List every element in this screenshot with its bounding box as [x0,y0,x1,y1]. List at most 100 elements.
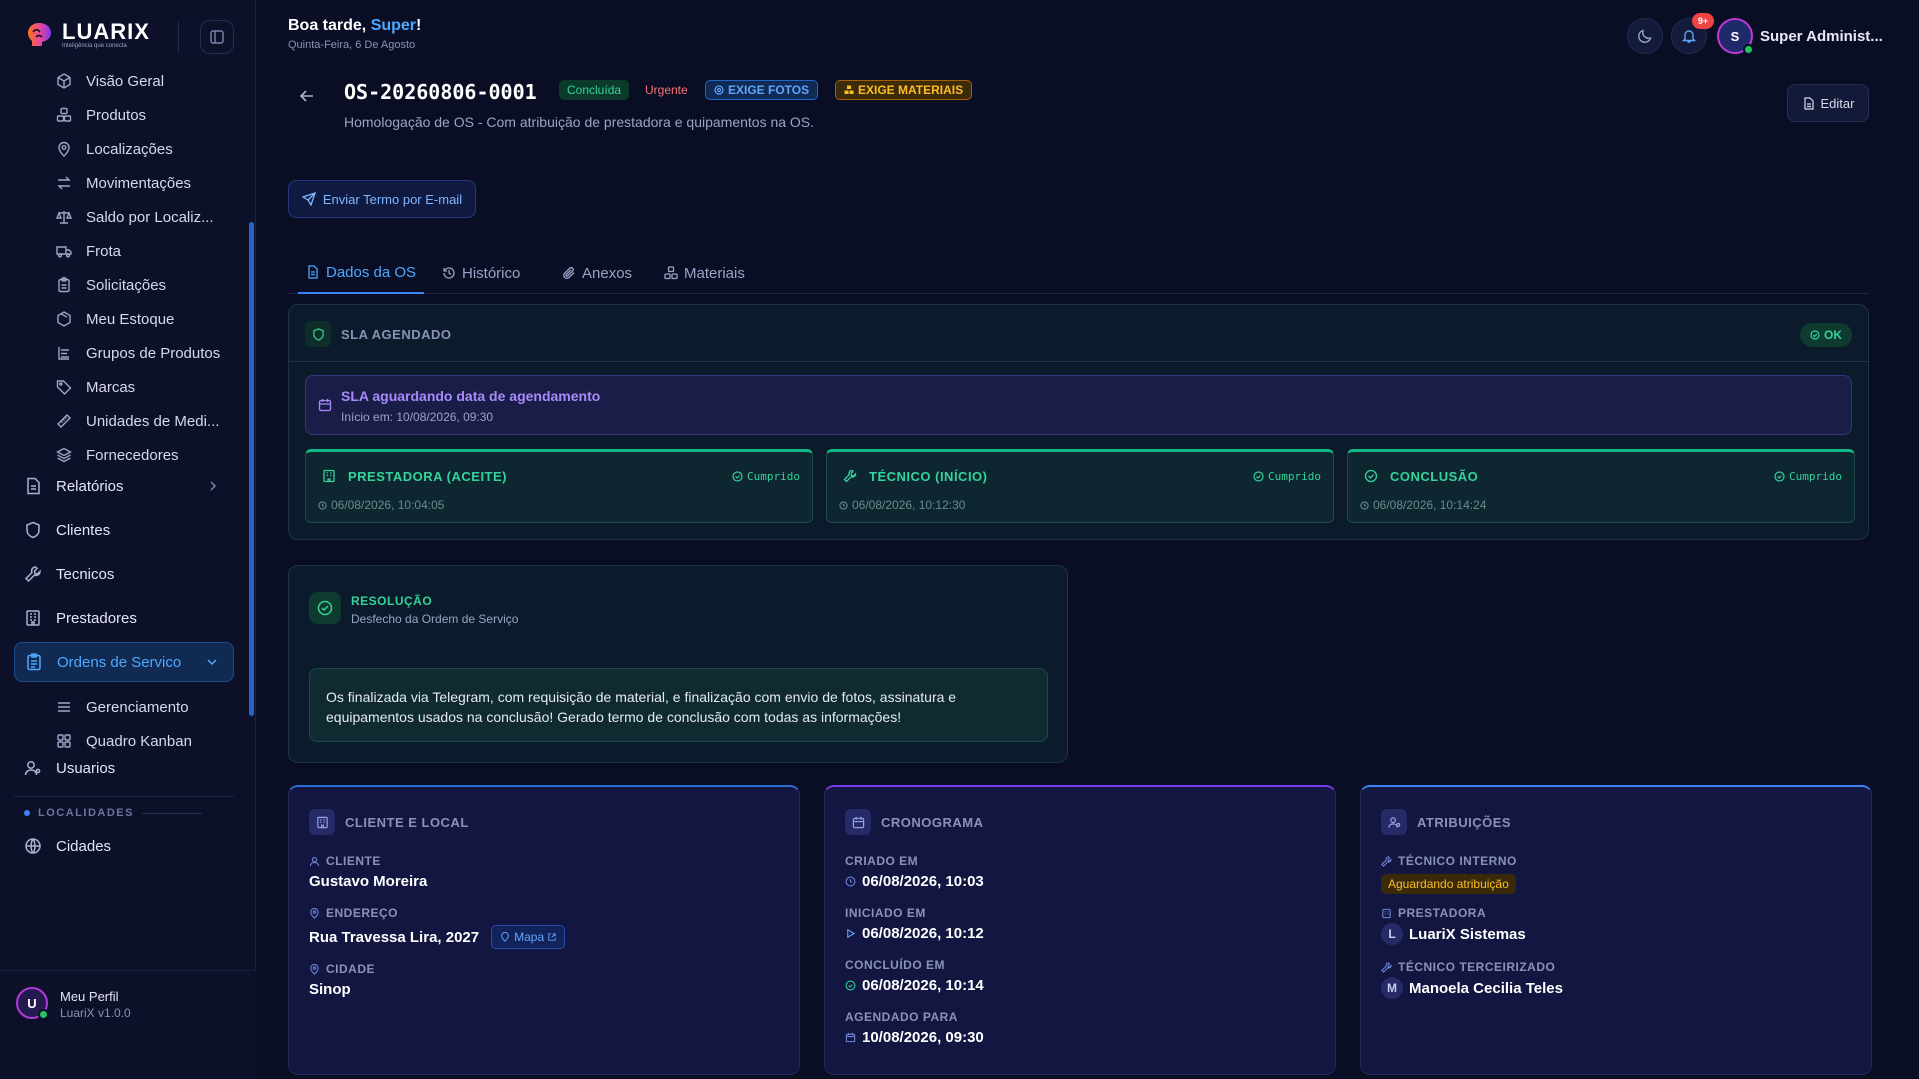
sidebar-item-marcas[interactable]: Marcas [56,372,135,402]
avatar[interactable]: U [16,987,49,1020]
app-version: LuariX v1.0.0 [60,1006,131,1020]
map-pin-icon [501,932,509,942]
check-circle-icon [1364,469,1378,483]
sla-waiting-banner: SLA aguardando data de agendamento Iníci… [305,375,1852,435]
user-menu[interactable]: Super Administ... [1760,28,1883,45]
user-avatar[interactable]: S [1717,18,1754,55]
address-label: ENDEREÇO [309,906,398,920]
address-label-text: ENDEREÇO [326,906,399,920]
stage-time-value: 06/08/2026, 10:12:30 [852,498,966,512]
tab-dados-da-os[interactable]: Dados da OS [298,252,425,294]
city-label-text: CIDADE [326,962,376,976]
concluded-label: CONCLUÍDO EM [845,958,945,972]
sidebar-item-label: Tecnicos [56,565,115,583]
map-button[interactable]: Mapa [491,925,566,949]
client-label-text: CLIENTE [326,854,381,868]
calendar-icon [318,399,332,412]
sidebar-item-unidades[interactable]: Unidades de Medi... [56,406,219,436]
user-icon [309,856,320,866]
requires-photos-badge: EXIGE FOTOS [705,80,819,100]
internal-tech-label-text: TÉCNICO INTERNO [1398,854,1517,868]
tab-historico[interactable]: Histórico [434,252,528,294]
back-button[interactable] [297,86,317,106]
sidebar-item-label: Ordens de Servico [57,653,182,671]
sidebar-item-visao-geral[interactable]: Visão Geral [56,66,164,96]
tab-anexos[interactable]: Anexos [554,252,640,294]
online-status-dot [38,1009,49,1020]
cube-icon [57,73,71,89]
tab-label: Materiais [684,264,745,282]
stage-title: PRESTADORA (ACEITE) [348,469,507,484]
user-cog-icon [1381,809,1407,835]
profile-name[interactable]: Meu Perfil [60,989,119,1004]
moon-icon [1638,29,1652,43]
sidebar-item-produtos[interactable]: Produtos [56,100,146,130]
sidebar-item-label: Solicitações [86,276,167,294]
send-email-button[interactable]: Enviar Termo por E-mail [288,180,476,218]
sidebar-item-saldo[interactable]: Saldo por Localiz... [56,202,214,232]
sidebar-item-solicitacoes[interactable]: Solicitações [56,270,166,300]
sla-stage-conclusao: CONCLUSÃO Cumprido 06/08/2026, 10:14:24 [1347,449,1855,523]
started-row: 06/08/2026, 10:12 [845,925,984,942]
sidebar-item-cidades[interactable]: Cidades [14,826,234,866]
stage-status-label: Cumprido [1268,470,1321,483]
sidebar-item-prestadores[interactable]: Prestadores [14,598,234,638]
brand-logo[interactable]: LUARIX Inteligência que conecta [22,18,150,52]
ruler-icon [57,414,71,428]
sidebar-scrollbar[interactable] [249,222,254,716]
sidebar-item-frota[interactable]: Frota [56,236,121,266]
top-header: Boa tarde, Super! Quinta-Feira, 6 De Ago… [257,0,1919,62]
sidebar-item-label: Unidades de Medi... [86,412,220,430]
os-code: OS-20260806-0001 [344,80,537,104]
building-icon [26,610,40,626]
sidebar-item-relatorios[interactable]: Relatórios [14,466,234,506]
sidebar-item-gerenciamento[interactable]: Gerenciamento [56,692,189,722]
edit-button-label: Editar [1820,95,1855,111]
sidebar-item-usuarios[interactable]: Usuarios [14,748,234,788]
sidebar-item-label: Grupos de Produtos [86,344,221,362]
stage-status: Cumprido [1774,470,1842,483]
check-circle-icon [309,592,341,624]
profile-section[interactable]: U Meu Perfil LuariX v1.0.0 [0,970,256,1079]
scale-icon [56,211,72,224]
sla-stage-tecnico: TÉCNICO (INÍCIO) Cumprido 06/08/2026, 10… [826,449,1334,523]
sidebar-item-meu-estoque[interactable]: Meu Estoque [56,304,174,334]
sidebar-collapse-button[interactable] [200,20,234,54]
theme-toggle-button[interactable] [1627,18,1663,54]
page-scrollbar[interactable] [1905,62,1907,1079]
edit-button[interactable]: Editar [1787,84,1869,122]
sidebar-item-localizacoes[interactable]: Localizações [56,134,173,164]
scheduled-value: 10/08/2026, 09:30 [862,1029,984,1046]
globe-icon [25,838,41,854]
brand-divider [178,22,179,52]
boxes-icon [844,85,854,94]
tab-materiais[interactable]: Materiais [656,252,753,294]
sidebar-item-ordens-de-servico[interactable]: Ordens de Servico [14,642,234,682]
clipboard-list-icon [27,653,41,671]
provider-name: LuariX Sistemas [1409,925,1526,943]
sidebar-item-movimentacoes[interactable]: Movimentações [56,168,191,198]
created-row: 06/08/2026, 10:03 [845,873,984,890]
notifications-button[interactable]: 9+ [1671,13,1714,54]
schedule-card: CRONOGRAMA CRIADO EM 06/08/2026, 10:03 I… [824,785,1336,1075]
sidebar-item-label: Movimentações [86,174,192,192]
online-status-dot [1743,44,1754,55]
sidebar-item-tecnicos[interactable]: Tecnicos [14,554,234,594]
sidebar-item-grupos[interactable]: Grupos de Produtos [56,338,220,368]
sidebar-item-clientes[interactable]: Clientes [14,510,234,550]
started-label: INICIADO EM [845,906,926,920]
boxes-icon [664,266,678,280]
card-title: CRONOGRAMA [881,814,984,830]
sidebar-item-label: Produtos [86,106,147,124]
scheduled-row: 10/08/2026, 09:30 [845,1029,984,1046]
resolution-subtitle: Desfecho da Ordem de Serviço [351,612,519,626]
map-pin-icon [310,907,319,919]
calendar-icon [845,1032,856,1043]
group-icon [58,347,69,360]
client-label: CLIENTE [309,854,381,868]
list-icon [58,702,70,712]
section-line [141,812,202,814]
paperclip-icon [563,266,575,280]
awaiting-assignment-badge: Aguardando atribuição [1381,874,1516,894]
requires-materials-badge: EXIGE MATERIAIS [835,80,973,100]
